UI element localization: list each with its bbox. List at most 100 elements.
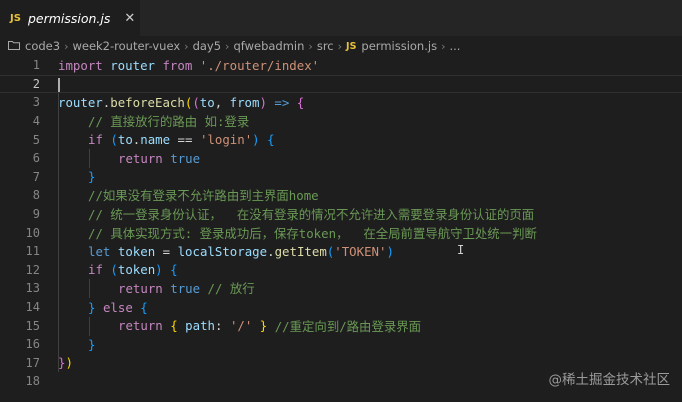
code-line-14: 14 } else { <box>0 298 682 317</box>
code-text: return true <box>118 149 200 168</box>
token: '/' <box>229 318 253 334</box>
code-line-12: 12 if (token) { <box>0 261 682 280</box>
line-number: 15 <box>25 318 40 333</box>
token: beforeEach <box>110 94 185 110</box>
token: './router/index' <box>199 57 320 73</box>
code-line-1: 1 import router from './router/index' <box>0 56 682 75</box>
code-text: let token = localStorage. getItem('TOKEN'… <box>88 242 394 261</box>
mouse-ibeam-cursor-icon: I <box>457 243 465 257</box>
code-line-13: 13 return true // 放行 <box>0 279 682 298</box>
token: } <box>58 355 66 371</box>
token: return <box>118 318 163 334</box>
token: ( <box>326 243 335 259</box>
token: import <box>58 57 103 73</box>
code-line-2: 2 <box>0 74 682 94</box>
breadcrumb-item-week2-router-vuex[interactable]: week2-router-vuex <box>72 39 180 53</box>
chevron-right-icon: › <box>225 39 230 53</box>
token: token <box>117 243 156 259</box>
token: ( <box>110 262 118 278</box>
token: } <box>88 169 96 185</box>
token: => <box>266 94 297 110</box>
token: . <box>132 132 141 148</box>
breadcrumb-ellipsis[interactable]: ... <box>449 39 460 53</box>
token: to <box>117 132 133 148</box>
tab-label: permission.js <box>27 11 111 26</box>
token: , <box>214 94 230 110</box>
breadcrumb-item-file[interactable]: permission.js <box>361 39 437 53</box>
code-text: }) <box>58 354 73 373</box>
line-number: 14 <box>25 300 40 315</box>
code-text: } <box>88 335 95 354</box>
token: from <box>229 94 260 110</box>
line-number: 7 <box>32 169 40 184</box>
close-icon[interactable]: ✕ <box>124 12 135 25</box>
line-number: 8 <box>32 188 40 203</box>
code-line-3: 3 router. beforeEach((to, from) => { <box>0 93 682 112</box>
breadcrumb-item-src[interactable]: src <box>317 39 334 53</box>
token: // 具体实现方式: 登录成功后，保存token， 在全局前置导航守卫处统一判断 <box>88 225 537 241</box>
token: { <box>296 94 305 110</box>
code-line-10: 10 // 具体实现方式: 登录成功后，保存token， 在全局前置导航守卫处统… <box>0 223 682 242</box>
code-text: return { path: '/' } //重定向到/路由登录界面 <box>118 316 421 335</box>
breadcrumb-item-day5[interactable]: day5 <box>193 39 221 53</box>
line-number: 13 <box>25 281 40 296</box>
token: if <box>88 132 103 148</box>
token: ( <box>192 94 200 110</box>
token: token <box>117 262 156 278</box>
editor-tab-bar: JS permission.js ✕ <box>0 0 682 36</box>
chevron-right-icon: › <box>184 39 189 53</box>
code-line-16: 16 } <box>0 335 682 354</box>
chevron-right-icon: › <box>337 39 343 53</box>
code-line-4: 4 // 直接放行的路由 如:登录 <box>0 112 682 131</box>
code-text: import router from './router/index' <box>58 56 319 75</box>
token: ) <box>155 262 163 278</box>
code-editor[interactable]: 1 import router from './router/index' 2 … <box>0 56 682 402</box>
chevron-right-icon: › <box>308 39 313 53</box>
breadcrumb-item-code3[interactable]: code3 <box>25 39 60 53</box>
code-line-11: 11 let token = localStorage. getItem('TOK… <box>0 242 682 261</box>
token: name <box>140 132 171 148</box>
tab-permission-js[interactable]: JS permission.js ✕ <box>0 0 140 36</box>
code-line-9: 9 // 统一登录身份认证， 在没有登录的情况不允许进入需要登录身份认证的页面 <box>0 205 682 224</box>
token: // 直接放行的路由 如:登录 <box>88 114 250 130</box>
code-text: // 直接放行的路由 如:登录 <box>88 112 249 131</box>
token: . <box>102 94 111 110</box>
token: ) <box>65 355 73 371</box>
line-number: 9 <box>32 207 40 222</box>
folder-icon <box>8 39 20 53</box>
code-line-6: 6 return true <box>0 149 682 168</box>
token: return <box>118 150 163 166</box>
code-text: return true // 放行 <box>118 279 255 298</box>
line-number: 2 <box>32 76 40 91</box>
chevron-right-icon: › <box>441 39 446 53</box>
token: to <box>199 94 215 110</box>
code-line-15: 15 return { path: '/' } //重定向到/路由登录界面 <box>0 316 682 335</box>
code-text: // 统一登录身份认证， 在没有登录的情况不允许进入需要登录身份认证的页面 <box>88 205 534 224</box>
token: // 放行 <box>200 281 255 297</box>
breadcrumb-item-qfwebadmin[interactable]: qfwebadmin <box>233 39 304 53</box>
token: . <box>267 243 275 259</box>
code-text: if (to. name == 'login') { <box>88 130 275 149</box>
line-number: 18 <box>25 374 40 389</box>
token: path <box>185 318 216 334</box>
token: localStorage <box>177 243 268 259</box>
line-number: 17 <box>25 355 40 370</box>
token: { <box>267 132 275 148</box>
code-text: // 具体实现方式: 登录成功后，保存token， 在全局前置导航守卫处统一判断 <box>88 223 537 242</box>
token: } <box>88 336 96 352</box>
token: //如果没有登录不允许路由到主界面home <box>88 188 319 204</box>
line-number: 10 <box>25 225 40 240</box>
code-text: } else { <box>88 298 148 317</box>
token: { <box>170 262 178 278</box>
token: ( <box>110 132 118 148</box>
code-text: router. beforeEach((to, from) => { <box>58 93 304 112</box>
token: { <box>140 299 148 315</box>
token: true <box>170 280 201 296</box>
